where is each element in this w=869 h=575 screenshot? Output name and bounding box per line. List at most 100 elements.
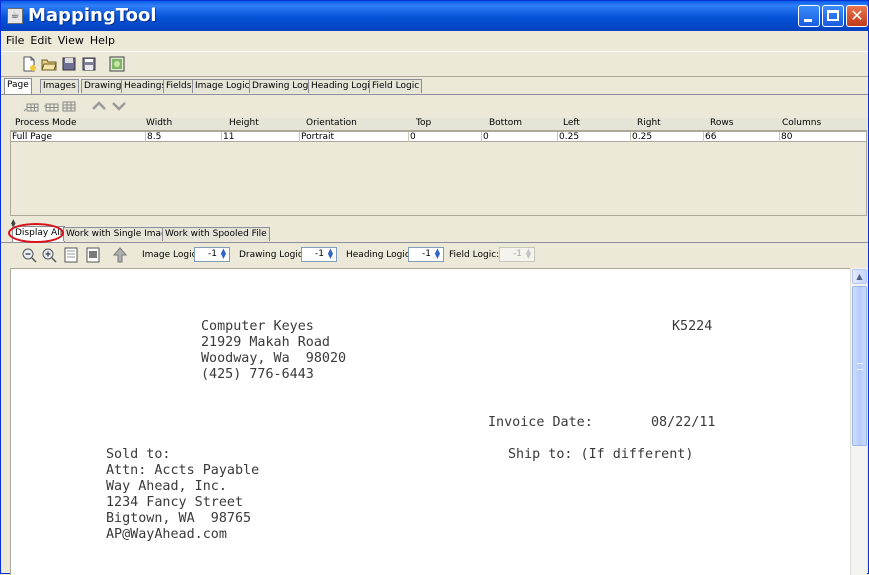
fit-page-icon[interactable]: [63, 247, 79, 263]
tab-heading-logic[interactable]: Heading Logic: [308, 79, 378, 93]
customer-city: Bigtown, WA 98765: [106, 511, 252, 526]
view-tabs: Display All Work with Single Image Work …: [1, 226, 868, 243]
spinner-arrows-icon[interactable]: ▲ ▼: [326, 248, 335, 260]
image-logic-value: -1: [208, 249, 217, 259]
tab-single-image[interactable]: Work with Single Image: [63, 227, 176, 241]
chevron-up-icon: ▲: [856, 272, 863, 281]
table-cell[interactable]: 66: [703, 132, 716, 142]
image-icon[interactable]: [109, 56, 125, 72]
company-address: 21929 Makah Road: [201, 335, 330, 350]
main-window: ☕ MappingTool ✕ File Edit View Help Page Im…: [0, 0, 869, 575]
column-header[interactable]: Width: [146, 118, 172, 129]
table-cell[interactable]: Full Page: [11, 132, 52, 142]
heading-logic-label: Heading Logic:: [346, 250, 413, 260]
insert-row-icon[interactable]: [23, 98, 39, 114]
new-document-icon[interactable]: [21, 56, 37, 72]
invoice-date: 08/22/11: [651, 415, 716, 430]
tab-images[interactable]: Images: [40, 79, 79, 93]
add-row-icon[interactable]: [43, 98, 59, 114]
highlight-circle: [8, 223, 64, 243]
view-toolbar: Image Logic: -1 ▲ ▼ Drawing Logic: -1 ▲ ▼ He…: [1, 243, 868, 267]
close-icon: ✕: [850, 6, 864, 25]
delete-row-icon[interactable]: [61, 98, 77, 114]
sold-to-label: Sold to:: [106, 447, 171, 462]
tab-page[interactable]: Page: [4, 78, 32, 94]
menu-help[interactable]: Help: [87, 32, 118, 47]
spinner-arrows-icon[interactable]: ▲ ▼: [433, 248, 442, 260]
company-phone: (425) 776-6443: [201, 367, 314, 382]
maximize-button[interactable]: [822, 5, 844, 27]
spinner-arrows-icon: ▲ ▼: [525, 247, 532, 260]
scroll-thumb[interactable]: [852, 286, 867, 446]
table-row[interactable]: Full Page 8.5 11 Portrait 0 0 0.25 0.25 …: [10, 131, 867, 142]
maximize-icon: [827, 10, 839, 21]
table-cell[interactable]: 0.25: [557, 132, 579, 142]
company-city: Woodway, Wa 98020: [201, 351, 347, 366]
main-toolbar: [1, 51, 868, 77]
save-icon[interactable]: [61, 56, 77, 72]
row-toolbar: [1, 95, 868, 117]
actual-size-icon[interactable]: [85, 247, 101, 263]
drawing-logic-label: Drawing Logic:: [239, 250, 306, 260]
menu-edit[interactable]: Edit: [27, 32, 54, 47]
company-name: Computer Keyes: [201, 319, 314, 334]
tab-image-logic[interactable]: Image Logic: [192, 79, 253, 93]
table-header: Process Mode Width Height Orientation To…: [10, 118, 867, 131]
column-header[interactable]: Process Mode: [15, 118, 77, 129]
menu-file[interactable]: File: [1, 32, 27, 47]
customer-street: 1234 Fancy Street: [106, 495, 244, 510]
move-down-icon[interactable]: [111, 98, 127, 114]
tab-fields[interactable]: Fields: [163, 79, 195, 93]
heading-logic-value: -1: [422, 249, 431, 259]
column-header[interactable]: Orientation: [306, 118, 357, 129]
image-logic-label: Image Logic:: [142, 250, 200, 260]
table-cell[interactable]: 8.5: [145, 132, 161, 142]
table-cell[interactable]: 80: [779, 132, 792, 142]
menu-bar: File Edit View Help: [1, 32, 868, 49]
column-header[interactable]: Right: [637, 118, 661, 129]
column-header[interactable]: Left: [563, 118, 580, 129]
image-logic-spinner[interactable]: -1 ▲ ▼: [194, 247, 230, 262]
title-bar[interactable]: ☕ MappingTool ✕: [1, 1, 868, 31]
column-header[interactable]: Rows: [710, 118, 733, 129]
zoom-in-icon[interactable]: [41, 247, 57, 263]
move-up-icon[interactable]: [91, 98, 107, 114]
tab-headings[interactable]: Headings: [121, 79, 170, 93]
page-tabs: Page Images Drawings Headings Fields Ima…: [1, 78, 868, 95]
vertical-scrollbar[interactable]: ▲: [850, 268, 867, 575]
tab-spooled-file[interactable]: Work with Spooled File: [162, 227, 270, 241]
table-cell[interactable]: 0.25: [630, 132, 652, 142]
tab-field-logic[interactable]: Field Logic: [369, 79, 423, 93]
save-as-icon[interactable]: [81, 56, 97, 72]
split-divider[interactable]: ▲ ▼: [1, 217, 868, 229]
table-cell[interactable]: Portrait: [299, 132, 334, 142]
table-cell[interactable]: 11: [221, 132, 234, 142]
table-empty-area: [10, 142, 867, 216]
upload-icon[interactable]: [112, 247, 128, 263]
document-preview[interactable]: Computer Keyes K5224 21929 Makah Road Wo…: [10, 268, 850, 575]
window-title: MappingTool: [28, 5, 157, 26]
column-header[interactable]: Bottom: [489, 118, 522, 129]
close-button[interactable]: ✕: [846, 5, 868, 27]
menu-view[interactable]: View: [55, 32, 87, 47]
app-icon[interactable]: ☕: [7, 8, 23, 24]
zoom-out-icon[interactable]: [21, 247, 37, 263]
heading-logic-spinner[interactable]: -1 ▲ ▼: [408, 247, 444, 262]
grip-icon: [857, 363, 863, 370]
column-header[interactable]: Height: [229, 118, 259, 129]
scroll-up-button[interactable]: ▲: [852, 269, 867, 284]
column-header[interactable]: Columns: [782, 118, 821, 129]
open-folder-icon[interactable]: [41, 56, 57, 72]
attention-line: Attn: Accts Payable: [106, 463, 260, 478]
invoice-date-label: Invoice Date:: [488, 415, 593, 430]
ship-to-label: Ship to: (If different): [508, 447, 694, 462]
minimize-icon: [804, 19, 812, 22]
minimize-button[interactable]: [798, 5, 820, 27]
table-cell[interactable]: 0: [408, 132, 416, 142]
drawing-logic-spinner[interactable]: -1 ▲ ▼: [301, 247, 337, 262]
table-cell[interactable]: 0: [481, 132, 489, 142]
column-header[interactable]: Top: [416, 118, 431, 129]
customer-name: Way Ahead, Inc.: [106, 479, 227, 494]
spinner-arrows-icon[interactable]: ▲ ▼: [219, 248, 228, 260]
customer-email: AP@WayAhead.com: [106, 527, 227, 542]
